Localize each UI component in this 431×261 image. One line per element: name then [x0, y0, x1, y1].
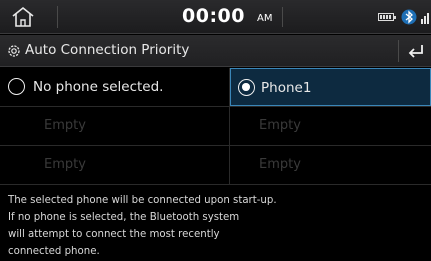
option-label: Phone1 [261, 80, 312, 96]
empty-label: Empty [259, 157, 301, 172]
info-line: connected phone. [8, 246, 100, 257]
empty-slot: Empty [230, 107, 431, 145]
option-no-phone[interactable]: No phone selected. [0, 68, 229, 106]
empty-label: Empty [259, 118, 301, 133]
info-line: will attempt to connect the most recentl… [8, 229, 220, 240]
gear-icon [6, 43, 22, 59]
info-line: If no phone is selected, the Bluetooth s… [8, 212, 240, 223]
empty-slot: Empty [230, 146, 431, 184]
clock-time: 00:00 [182, 5, 245, 27]
info-text: The selected phone will be connected upo… [8, 192, 428, 260]
info-line: The selected phone will be connected upo… [8, 195, 277, 206]
page-title: Auto Connection Priority [25, 42, 190, 58]
radio-unselected-icon [8, 78, 25, 95]
divider [282, 7, 283, 27]
signal-icon [420, 8, 431, 26]
empty-slot: Empty [0, 107, 229, 145]
option-label: No phone selected. [33, 79, 164, 95]
empty-slot: Empty [0, 146, 229, 184]
clock-ampm: AM [257, 13, 273, 24]
status-bar: 00:00 AM [0, 0, 431, 34]
back-button[interactable] [398, 35, 431, 67]
title-bar: Auto Connection Priority [0, 35, 431, 67]
option-phone1[interactable]: Phone1 [230, 68, 431, 106]
bluetooth-phone-icon [400, 8, 418, 26]
radio-selected-icon [238, 79, 255, 96]
battery-icon [378, 13, 396, 21]
empty-label: Empty [44, 118, 86, 133]
divider [0, 184, 431, 185]
empty-label: Empty [44, 157, 86, 172]
back-icon [408, 45, 423, 58]
home-icon[interactable] [10, 6, 36, 28]
divider [57, 6, 58, 28]
divider [229, 68, 230, 185]
